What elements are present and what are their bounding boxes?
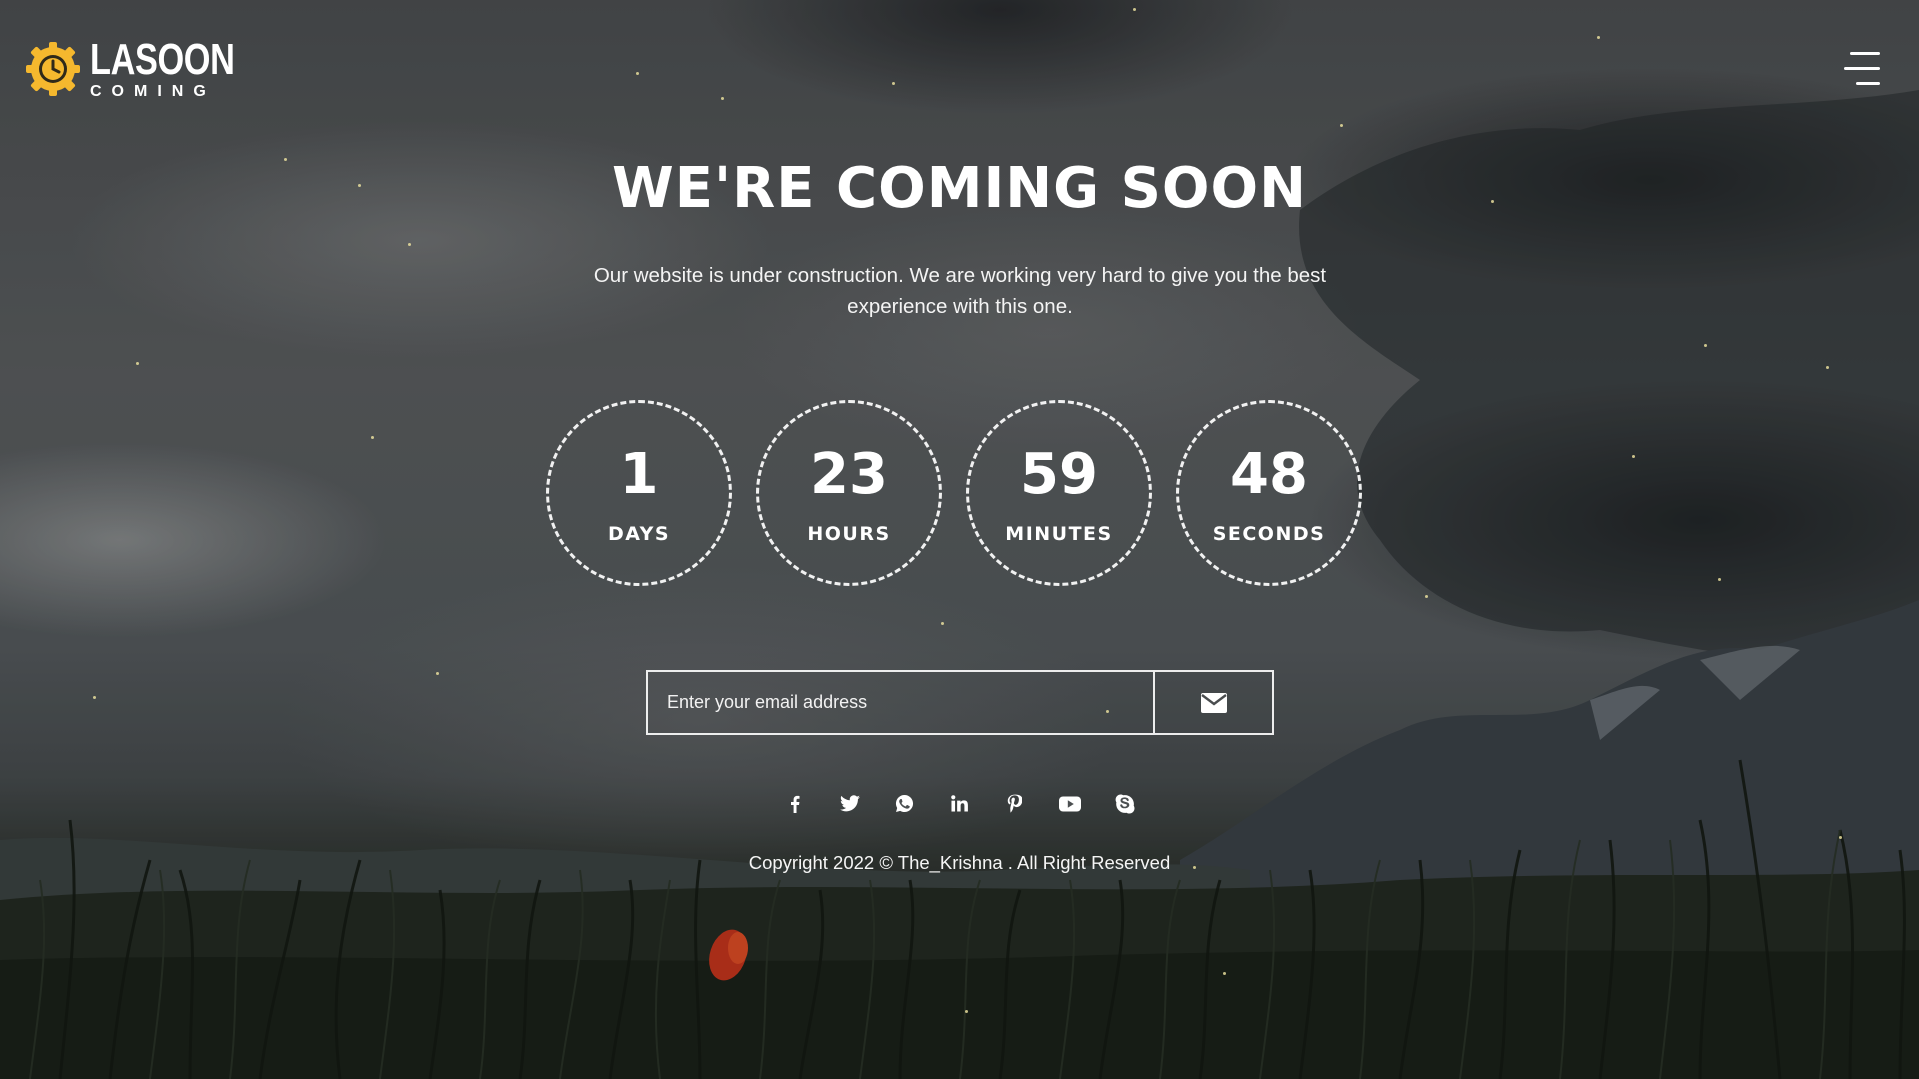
countdown-label: DAYS [607,523,671,545]
countdown-hours: 23 HOURS [756,400,942,586]
hamburger-menu-icon [1844,67,1880,70]
countdown-label: HOURS [807,523,891,545]
youtube-icon [1058,796,1081,811]
copyright-text: Copyright 2022 © The_Krishna . All Right… [748,852,1171,873]
social-links [0,792,1919,815]
gear-clock-icon [26,42,80,96]
skype-link[interactable] [1113,792,1136,815]
hamburger-menu-icon [1856,82,1880,85]
countdown-timer: 1 DAYS 23 HOURS 59 MINUTES 48 SECONDS [546,400,1362,586]
countdown-seconds: 48 SECONDS [1176,400,1362,586]
page-title: WE'RE COMING SOON [611,156,1308,221]
countdown-value: 59 [1020,442,1098,507]
countdown-label: MINUTES [1005,523,1113,545]
facebook-icon [790,795,799,813]
linkedin-link[interactable] [948,792,971,815]
whatsapp-icon [895,794,914,813]
twitter-icon [839,795,860,812]
twitter-link[interactable] [838,792,861,815]
page-description: Our website is under construction. We ar… [593,264,1327,318]
brand-logo[interactable]: LASOON COMING [22,38,275,100]
menu-button[interactable] [1842,52,1880,86]
youtube-link[interactable] [1058,792,1081,815]
linkedin-icon [951,795,968,812]
brand-tagline: COMING [90,83,216,100]
logo-text: LASOON COMING [90,38,275,100]
facebook-link[interactable] [783,792,806,815]
whatsapp-link[interactable] [893,792,916,815]
brand-name: LASOON [90,35,235,84]
countdown-value: 23 [810,442,888,507]
pinterest-link[interactable] [1003,792,1026,815]
countdown-value: 1 [619,442,659,507]
subscribe-button[interactable] [1153,672,1272,733]
skype-icon [1115,794,1134,813]
hamburger-menu-icon [1850,52,1880,55]
countdown-minutes: 59 MINUTES [966,400,1152,586]
email-input[interactable] [648,672,1153,733]
subscribe-form [646,670,1274,735]
envelope-icon [1200,692,1227,713]
countdown-days: 1 DAYS [546,400,732,586]
countdown-value: 48 [1230,442,1308,507]
pinterest-icon [1007,794,1022,813]
countdown-label: SECONDS [1212,523,1326,545]
